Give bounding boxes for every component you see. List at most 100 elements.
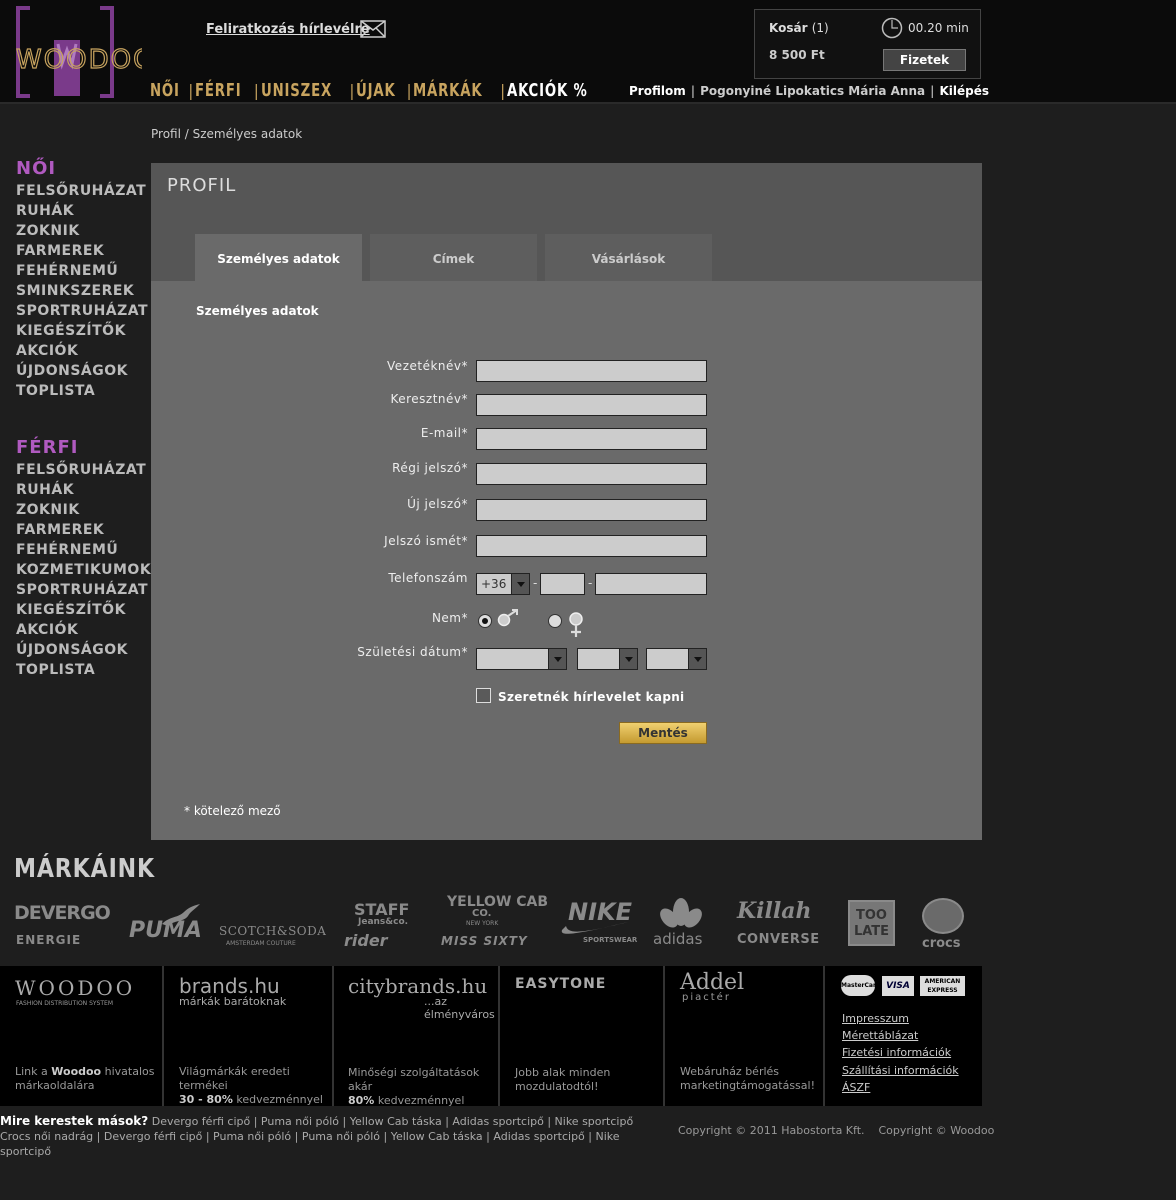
footer-link-impresszum[interactable]: Impresszum bbox=[842, 1012, 909, 1025]
brand-adidas[interactable]: adidas bbox=[653, 930, 702, 948]
footer-link-terms[interactable]: ÁSZF bbox=[842, 1081, 870, 1094]
sidebar-item[interactable]: KIEGÉSZÍTŐK bbox=[16, 600, 151, 620]
first-name-input[interactable] bbox=[476, 394, 707, 416]
nav-brands[interactable]: MÁRKÁK bbox=[413, 80, 483, 101]
phone-area-input[interactable] bbox=[540, 573, 585, 595]
sidebar-item[interactable]: SPORTRUHÁZAT bbox=[16, 301, 148, 321]
brands-hu-sub: márkák barátoknak bbox=[179, 995, 287, 1008]
nav-sales[interactable]: AKCIÓK % bbox=[507, 80, 588, 101]
nav-separator: | bbox=[406, 81, 412, 100]
profile-link[interactable]: Profilom bbox=[629, 84, 686, 98]
sidebar-item[interactable]: FEHÉRNEMŰ bbox=[16, 261, 148, 281]
search-suggestions: Mire kerestek mások? Devergo férfi cipő … bbox=[0, 1114, 660, 1159]
phone-label: Telefonszám bbox=[388, 571, 468, 585]
birth-year-select[interactable] bbox=[476, 648, 567, 670]
suggestion-link[interactable]: Adidas sportcipő bbox=[452, 1115, 543, 1128]
brand-rider[interactable]: rider bbox=[344, 931, 388, 950]
email-input[interactable] bbox=[476, 428, 707, 450]
brand-too-late[interactable]: TOO LATE bbox=[848, 900, 895, 946]
chevron-down-icon[interactable] bbox=[619, 649, 637, 669]
suggestion-link[interactable]: Nike sportcipő bbox=[555, 1115, 634, 1128]
newsletter-checkbox[interactable] bbox=[476, 688, 491, 703]
footer-col-woodoo[interactable]: WOODOO FASHION DISTRIBUTION SYSTEM Link … bbox=[0, 966, 164, 1106]
sidebar-item[interactable]: RUHÁK bbox=[16, 201, 148, 221]
svg-text:WOODOO: WOODOO bbox=[16, 45, 142, 75]
footer-col-easytone[interactable]: EASYTONE Jobb alak minden mozdulatodtól! bbox=[500, 966, 665, 1106]
nav-women[interactable]: NŐI bbox=[150, 80, 180, 101]
password-again-input[interactable] bbox=[476, 535, 707, 557]
cart-label[interactable]: Kosár (1) bbox=[769, 21, 829, 35]
old-password-input[interactable] bbox=[476, 463, 707, 485]
email-label: E-mail* bbox=[420, 426, 468, 440]
gender-female-radio[interactable] bbox=[548, 614, 562, 628]
footer-link-size-chart[interactable]: Mérettáblázat bbox=[842, 1029, 918, 1042]
tab-addresses[interactable]: Címek bbox=[370, 234, 537, 281]
sidebar-item[interactable]: SPORTRUHÁZAT bbox=[16, 580, 151, 600]
phone-number-input[interactable] bbox=[595, 573, 707, 595]
sidebar-item[interactable]: FEHÉRNEMŰ bbox=[16, 540, 151, 560]
newsletter-checkbox-label[interactable]: Szeretnék hírlevelet kapni bbox=[498, 690, 684, 704]
chevron-down-icon[interactable] bbox=[548, 649, 566, 669]
save-button[interactable]: Mentés bbox=[619, 722, 707, 744]
newsletter-subscribe-link[interactable]: Feliratkozás hírlevélre bbox=[206, 22, 370, 37]
footer-link-shipping-info[interactable]: Szállítási információk bbox=[842, 1064, 959, 1077]
brand-crocs[interactable]: crocs bbox=[922, 936, 961, 951]
phone-prefix-select[interactable]: +36 bbox=[476, 573, 530, 595]
suggestion-link[interactable]: Puma női póló bbox=[213, 1130, 291, 1143]
footer-link-payment-info[interactable]: Fizetési információk bbox=[842, 1046, 951, 1059]
brand-killah[interactable]: Killah bbox=[737, 898, 811, 924]
pay-button[interactable]: Fizetek bbox=[883, 49, 966, 71]
nav-new[interactable]: ÚJAK bbox=[356, 80, 396, 101]
sidebar-title-men[interactable]: FÉRFI bbox=[16, 437, 151, 459]
brand-miss-sixty[interactable]: MISS SIXTY bbox=[441, 934, 528, 948]
logout-link[interactable]: Kilépés bbox=[939, 84, 989, 98]
sidebar-item[interactable]: KOZMETIKUMOK bbox=[16, 560, 151, 580]
suggestion-link[interactable]: Puma női póló bbox=[261, 1115, 339, 1128]
envelope-icon[interactable] bbox=[360, 20, 386, 42]
sidebar-item[interactable]: TOPLISTA bbox=[16, 381, 148, 401]
new-password-input[interactable] bbox=[476, 499, 707, 521]
sidebar-item[interactable]: ÚJDONSÁGOK bbox=[16, 640, 151, 660]
sidebar-item[interactable]: AKCIÓK bbox=[16, 620, 151, 640]
last-name-input[interactable] bbox=[476, 360, 707, 382]
sidebar-item[interactable]: FELSŐRUHÁZAT bbox=[16, 181, 148, 201]
footer-col-brands[interactable]: brands.hu márkák barátoknak Világmárkák … bbox=[164, 966, 334, 1106]
suggestion-link[interactable]: Devergo férfi cipő bbox=[152, 1115, 250, 1128]
sidebar-title-women[interactable]: NŐI bbox=[16, 158, 148, 180]
sidebar-item[interactable]: FELSŐRUHÁZAT bbox=[16, 460, 151, 480]
chevron-down-icon[interactable] bbox=[511, 574, 529, 594]
sidebar-item[interactable]: FARMEREK bbox=[16, 520, 151, 540]
brand-scotch-soda[interactable]: SCOTCH&SODA bbox=[219, 924, 326, 938]
sidebar-item[interactable]: TOPLISTA bbox=[16, 660, 151, 680]
birth-month-select[interactable] bbox=[577, 648, 638, 670]
brand-devergo[interactable]: DEVERGO bbox=[14, 902, 111, 924]
suggestion-link[interactable]: Crocs női nadrág bbox=[0, 1130, 93, 1143]
brand-yellow-cab[interactable]: YELLOW CAB bbox=[447, 894, 548, 910]
tab-personal-data[interactable]: Személyes adatok bbox=[195, 234, 362, 281]
suggestion-link[interactable]: Puma női póló bbox=[302, 1130, 380, 1143]
tab-purchases[interactable]: Vásárlások bbox=[545, 234, 712, 281]
brand-energie[interactable]: ENERGIE bbox=[16, 933, 81, 947]
footer-col-addel[interactable]: Addel piactér Webáruház bérlés marketing… bbox=[665, 966, 825, 1106]
chevron-down-icon[interactable] bbox=[688, 649, 706, 669]
footer-col-citybrands[interactable]: citybrands.hu ...az élményváros Minőségi… bbox=[334, 966, 500, 1107]
brand-converse[interactable]: CONVERSE bbox=[737, 932, 820, 947]
sidebar-item[interactable]: ZOKNIK bbox=[16, 500, 151, 520]
gender-male-radio[interactable] bbox=[478, 614, 492, 628]
user-name[interactable]: Pogonyiné Lipokatics Mária Anna bbox=[700, 84, 925, 98]
nav-men[interactable]: FÉRFI bbox=[195, 80, 241, 101]
sidebar-item[interactable]: RUHÁK bbox=[16, 480, 151, 500]
sidebar-item[interactable]: ÚJDONSÁGOK bbox=[16, 361, 148, 381]
suggestion-link[interactable]: Adidas sportcipő bbox=[493, 1130, 584, 1143]
nav-unisex[interactable]: UNISZEX bbox=[261, 80, 332, 101]
sidebar-item[interactable]: ZOKNIK bbox=[16, 221, 148, 241]
suggestion-link[interactable]: Devergo férfi cipő bbox=[104, 1130, 202, 1143]
sidebar-item[interactable]: AKCIÓK bbox=[16, 341, 148, 361]
suggestion-link[interactable]: Yellow Cab táska bbox=[391, 1130, 483, 1143]
suggestion-link[interactable]: Yellow Cab táska bbox=[350, 1115, 442, 1128]
sidebar-item[interactable]: FARMEREK bbox=[16, 241, 148, 261]
woodoo-logo[interactable]: WOODOO bbox=[15, 6, 154, 98]
birth-day-select[interactable] bbox=[646, 648, 707, 670]
sidebar-item[interactable]: SMINKSZEREK bbox=[16, 281, 148, 301]
sidebar-item[interactable]: KIEGÉSZÍTŐK bbox=[16, 321, 148, 341]
